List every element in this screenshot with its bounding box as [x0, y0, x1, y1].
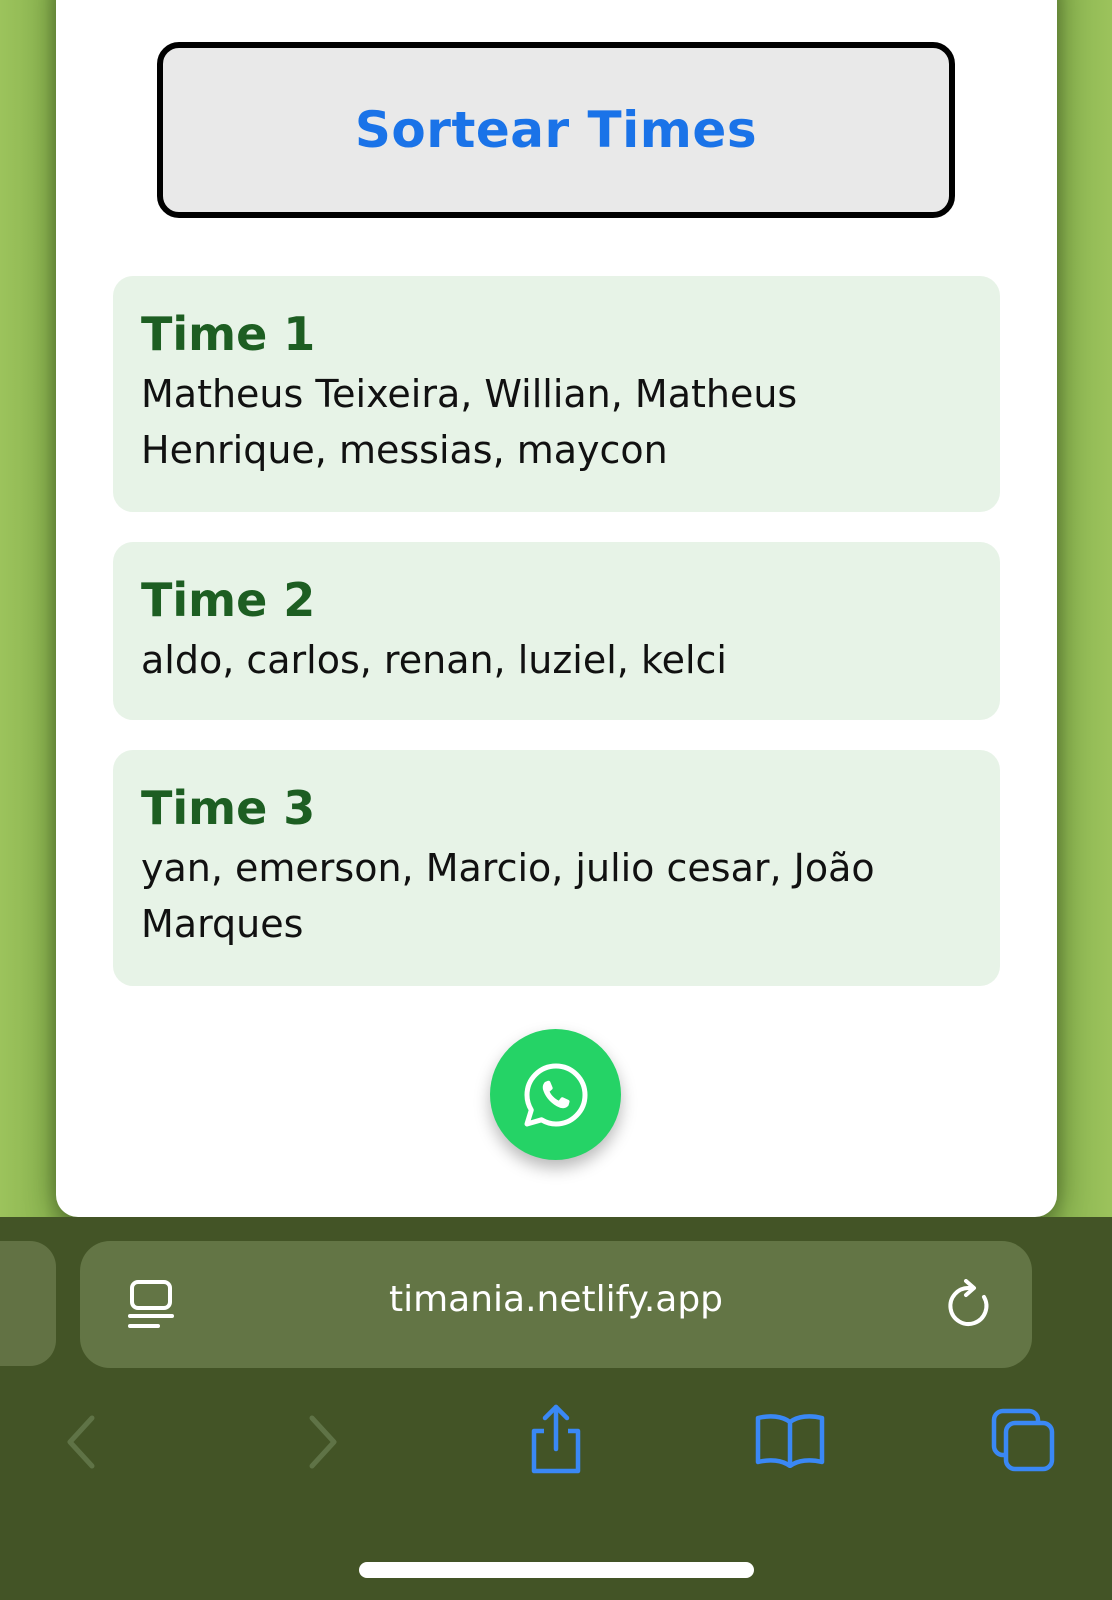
team-players: aldo, carlos, renan, luziel, kelci: [141, 638, 727, 682]
sort-teams-button[interactable]: Sortear Times: [157, 42, 955, 218]
team-players: Matheus Teixeira, Willian, Matheus Henri…: [141, 372, 798, 472]
share-icon[interactable]: [526, 1403, 586, 1475]
browser-toolbar: timania.netlify.app: [0, 1217, 1112, 1600]
team-title: Time 3: [141, 781, 316, 835]
home-indicator[interactable]: [359, 1562, 754, 1578]
team-title: Time 1: [141, 307, 316, 361]
team-card-1: Time 1 Matheus Teixeira, Willian, Matheu…: [113, 276, 1000, 512]
team-card-3: Time 3 yan, emerson, Marcio, julio cesar…: [113, 750, 1000, 986]
bookmarks-icon[interactable]: [754, 1412, 826, 1468]
forward-icon[interactable]: [302, 1412, 342, 1472]
whatsapp-icon: [524, 1063, 587, 1126]
whatsapp-share-button[interactable]: [490, 1029, 621, 1160]
team-players: yan, emerson, Marcio, julio cesar, João …: [141, 846, 875, 946]
tabs-icon[interactable]: [990, 1407, 1056, 1473]
back-icon[interactable]: [62, 1412, 102, 1472]
url-text[interactable]: timania.netlify.app: [80, 1279, 1032, 1320]
address-bar[interactable]: timania.netlify.app: [80, 1241, 1032, 1368]
reload-icon[interactable]: [944, 1279, 994, 1331]
team-card-2: Time 2 aldo, carlos, renan, luziel, kelc…: [113, 542, 1000, 720]
team-title: Time 2: [141, 573, 316, 627]
previous-tab-preview[interactable]: [0, 1241, 56, 1366]
